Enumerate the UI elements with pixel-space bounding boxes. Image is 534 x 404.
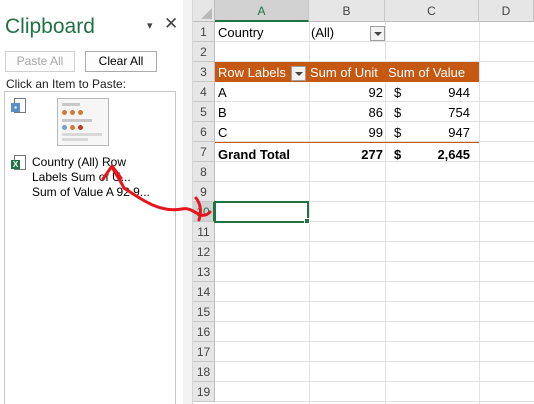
active-cell-selection[interactable] bbox=[214, 201, 309, 223]
clipboard-pane: Clipboard ▾ ✕ Paste All Clear All Click … bbox=[0, 0, 183, 404]
row-header-14[interactable]: 14 bbox=[193, 282, 215, 302]
row-header-19[interactable]: 19 bbox=[193, 382, 215, 402]
column-header-c[interactable]: C bbox=[385, 0, 479, 22]
paste-instruction: Click an Item to Paste: bbox=[6, 77, 127, 91]
pivot-header-sum-value[interactable]: Sum of Value bbox=[388, 63, 480, 82]
clip-line: Labels Sum of U... bbox=[32, 170, 131, 184]
row-header-3[interactable]: 3 bbox=[193, 62, 215, 82]
fill-handle[interactable] bbox=[304, 218, 310, 224]
row-header-17[interactable]: 17 bbox=[193, 342, 215, 362]
row-labels-filter-icon[interactable] bbox=[291, 66, 306, 81]
excel-clip-icon: X bbox=[11, 155, 26, 170]
row-header-5[interactable]: 5 bbox=[193, 102, 215, 122]
pivot-row-value[interactable]: 754 bbox=[405, 103, 470, 122]
picture-clip-icon: ▪ bbox=[11, 98, 26, 113]
paste-all-button[interactable]: Paste All bbox=[5, 51, 75, 72]
row-header-10[interactable]: 10 bbox=[193, 202, 215, 222]
close-icon[interactable]: ✕ bbox=[164, 14, 178, 34]
pivot-row-value[interactable]: 944 bbox=[405, 83, 470, 102]
column-header-b[interactable]: B bbox=[309, 0, 385, 22]
clipboard-title: Clipboard bbox=[5, 15, 95, 38]
row-header-1[interactable]: 1 bbox=[193, 22, 215, 42]
pivot-row-label[interactable]: A bbox=[218, 83, 306, 102]
row-header-13[interactable]: 13 bbox=[193, 262, 215, 282]
pivot-row-unit[interactable]: 99 bbox=[309, 123, 383, 142]
pivot-row-value[interactable]: 947 bbox=[405, 123, 470, 142]
grand-total-unit[interactable]: 277 bbox=[309, 145, 383, 164]
filter-dropdown-icon[interactable] bbox=[370, 26, 385, 41]
column-header-a[interactable]: A bbox=[215, 0, 309, 22]
filter-value[interactable]: (All) bbox=[311, 23, 371, 42]
pivot-row-label[interactable]: B bbox=[218, 103, 306, 122]
clipboard-items-list: ▪ X Country (All) Row Labels Sum of U...… bbox=[4, 91, 176, 404]
pane-splitter[interactable] bbox=[183, 0, 193, 404]
clipboard-thumbnail bbox=[57, 98, 109, 146]
row-header-8[interactable]: 8 bbox=[193, 162, 215, 182]
row-header-16[interactable]: 16 bbox=[193, 322, 215, 342]
clip-line: Country (All) Row bbox=[32, 155, 127, 169]
pivot-header-sum-unit[interactable]: Sum of Unit bbox=[310, 63, 386, 82]
clipboard-item-text: Country (All) Row Labels Sum of U... Sum… bbox=[32, 155, 168, 200]
pivot-row-label[interactable]: C bbox=[218, 123, 306, 142]
row-header-2[interactable]: 2 bbox=[193, 42, 215, 62]
row-header-11[interactable]: 11 bbox=[193, 222, 215, 242]
pivot-header-row-labels[interactable]: Row Labels bbox=[218, 63, 290, 82]
clear-all-button[interactable]: Clear All bbox=[85, 51, 157, 72]
row-header-12[interactable]: 12 bbox=[193, 242, 215, 262]
row-header-15[interactable]: 15 bbox=[193, 302, 215, 322]
grand-total-label[interactable]: Grand Total bbox=[218, 145, 306, 164]
clip-line: Sum of Value A 92 9... bbox=[32, 185, 150, 199]
row-header-4[interactable]: 4 bbox=[193, 82, 215, 102]
row-header-7[interactable]: 7 bbox=[193, 142, 215, 162]
row-header-9[interactable]: 9 bbox=[193, 182, 215, 202]
pivot-row-unit[interactable]: 86 bbox=[309, 103, 383, 122]
row-header-18[interactable]: 18 bbox=[193, 362, 215, 382]
filter-label[interactable]: Country bbox=[218, 23, 306, 42]
column-header-d[interactable]: D bbox=[479, 0, 534, 22]
row-header-6[interactable]: 6 bbox=[193, 122, 215, 142]
total-border bbox=[215, 142, 479, 143]
pane-options-chevron-icon[interactable]: ▾ bbox=[147, 19, 153, 32]
select-all-corner[interactable] bbox=[193, 0, 215, 22]
pivot-row-unit[interactable]: 92 bbox=[309, 83, 383, 102]
grand-total-value[interactable]: 2,645 bbox=[405, 145, 470, 164]
